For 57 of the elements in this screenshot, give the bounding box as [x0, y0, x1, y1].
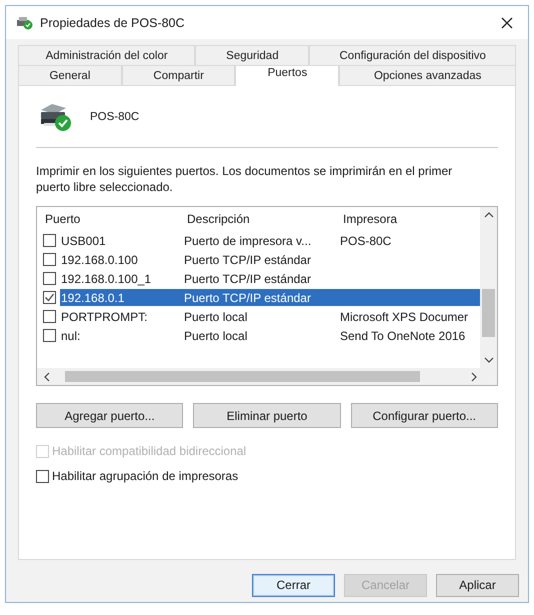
list-row[interactable]: 192.168.0.1 Puerto TCP/IP estándar	[60, 289, 480, 306]
list-row[interactable]: 192.168.0.100_1 Puerto TCP/IP estándar	[60, 270, 480, 287]
checkbox[interactable]	[43, 329, 56, 342]
checkbox[interactable]	[43, 291, 56, 304]
column-header[interactable]: Impresora	[343, 212, 398, 226]
table-cell-text: Puerto local	[184, 328, 248, 342]
checkbox[interactable]	[43, 234, 56, 247]
close-icon[interactable]	[500, 16, 514, 30]
table-cell-text: PORTPROMPT:	[61, 310, 148, 324]
option-label: Habilitar agrupación de impresoras	[52, 469, 238, 483]
port-button[interactable]: Eliminar puerto	[193, 403, 341, 428]
tab[interactable]: Opciones avanzadas	[339, 65, 516, 85]
list-row[interactable]: 192.168.0.100 Puerto TCP/IP estándar	[60, 251, 480, 268]
column-header[interactable]: Puerto	[45, 212, 187, 226]
tab[interactable]: General	[18, 65, 122, 85]
tab[interactable]: Compartir	[122, 65, 236, 85]
scroll-down-icon[interactable]	[484, 356, 494, 364]
table-cell: Microsoft XPS Documer	[340, 310, 468, 324]
printer-icon	[38, 102, 74, 132]
printer-name: POS-80C	[90, 111, 140, 123]
table-cell-text: Puerto TCP/IP estándar	[184, 252, 312, 266]
printer-icon	[16, 16, 34, 30]
checkbox[interactable]	[43, 253, 56, 266]
tab[interactable]: Seguridad	[195, 45, 310, 65]
table-cell-text: Puerto TCP/IP estándar	[184, 290, 312, 304]
list-row[interactable]: USB001 Puerto de impresora v... POS-80C	[60, 232, 480, 249]
port-button[interactable]: Configurar puerto...	[350, 403, 498, 428]
instructions-text: Imprimir en los siguientes puertos. Los documentos se imprimirán en el primer puerto libre seleccionado.	[36, 163, 454, 195]
table-cell: Send To OneNote 2016	[340, 328, 466, 342]
list-row[interactable]: nul: Puerto local Send To OneNote 2016	[60, 327, 480, 344]
scroll-up-icon[interactable]	[484, 211, 494, 219]
option-label: Habilitar compatibilidad bidireccional	[52, 444, 246, 458]
checkbox[interactable]	[36, 470, 49, 482]
window-title: Propiedades de POS-80C	[40, 16, 185, 30]
list-row[interactable]: PORTPROMPT: Puerto local Microsoft XPS Documer	[60, 308, 480, 325]
column-header[interactable]: Descripción	[187, 212, 343, 226]
table-cell: POS-80C	[340, 234, 392, 248]
tab[interactable]: Puertos	[235, 65, 340, 86]
table-cell-text: nul:	[61, 328, 82, 342]
dialog-button[interactable]: Cerrar	[252, 574, 335, 596]
table-cell-text: Puerto de impresora v...	[184, 234, 312, 248]
dialog-button[interactable]: Aplicar	[436, 574, 519, 596]
table-cell-text: 192.168.0.100	[61, 252, 139, 266]
scrollbar-thumb[interactable]	[482, 289, 495, 337]
scroll-left-icon[interactable]	[43, 372, 51, 382]
table-cell-text: 192.168.0.100_1	[61, 272, 152, 286]
table-cell-text: USB001	[61, 234, 107, 248]
scroll-right-icon[interactable]	[470, 372, 478, 382]
scrollbar-thumb[interactable]	[65, 371, 420, 382]
tab[interactable]: Configuración del dispositivo	[309, 45, 516, 65]
table-cell-text: Puerto TCP/IP estándar	[184, 272, 312, 286]
port-button[interactable]: Agregar puerto...	[36, 403, 184, 428]
table-cell-text: Puerto local	[184, 310, 248, 324]
tab[interactable]: Administración del color	[18, 45, 196, 65]
table-cell-text: 192.168.0.1	[61, 290, 126, 304]
checkbox[interactable]	[43, 272, 56, 285]
checkbox[interactable]	[43, 310, 56, 323]
